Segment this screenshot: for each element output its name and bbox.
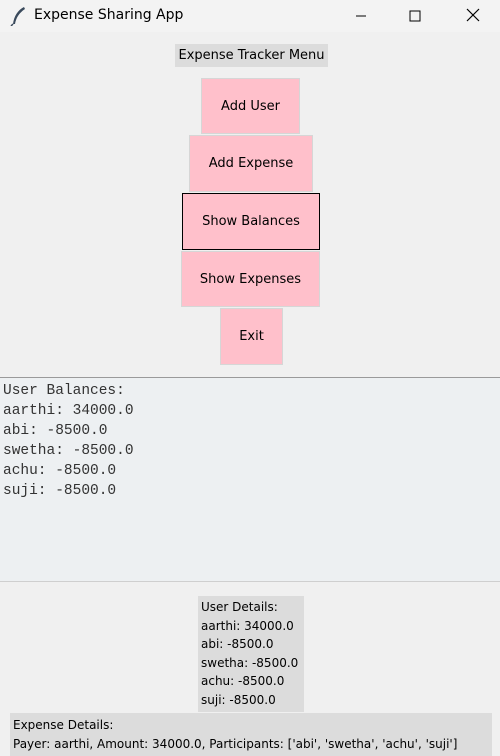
balances-textarea[interactable]: User Balances: aarthi: 34000.0 abi: -850… xyxy=(0,377,500,582)
menu-label: Expense Tracker Menu xyxy=(175,44,328,67)
add-user-button[interactable]: Add User xyxy=(201,78,300,134)
expense-details-heading: Expense Details: xyxy=(13,718,114,732)
title-bar: Expense Sharing App xyxy=(0,0,500,32)
close-button[interactable] xyxy=(450,0,496,32)
balance-line: abi: -8500.0 xyxy=(3,423,108,439)
balance-line: achu: -8500.0 xyxy=(3,463,117,479)
window-title: Expense Sharing App xyxy=(34,7,184,23)
balances-heading: User Balances: xyxy=(3,383,125,399)
user-detail-line: abi: -8500.0 xyxy=(201,637,274,651)
feather-icon xyxy=(10,6,28,27)
user-details-panel: User Details: aarthi: 34000.0 abi: -8500… xyxy=(198,596,304,712)
user-detail-line: swetha: -8500.0 xyxy=(201,655,299,670)
user-detail-line: aarthi: 34000.0 xyxy=(201,618,294,633)
user-detail-line: suji: -8500.0 xyxy=(201,692,276,707)
maximize-button[interactable] xyxy=(392,0,438,32)
maximize-icon xyxy=(409,7,421,26)
close-icon xyxy=(466,7,480,26)
user-details-heading: User Details: xyxy=(201,600,278,614)
exit-button[interactable]: Exit xyxy=(220,308,283,365)
balance-line: suji: -8500.0 xyxy=(3,483,117,499)
add-expense-button[interactable]: Add Expense xyxy=(189,135,313,192)
minimize-button[interactable] xyxy=(338,0,384,32)
balance-line: swetha: -8500.0 xyxy=(3,443,134,459)
user-detail-line: achu: -8500.0 xyxy=(201,674,285,688)
show-expenses-button[interactable]: Show Expenses xyxy=(181,251,320,307)
expense-detail-line: Payer: aarthi, Amount: 34000.0, Particip… xyxy=(13,736,458,751)
expense-details-panel: Expense Details: Payer: aarthi, Amount: … xyxy=(10,713,492,756)
minimize-icon xyxy=(355,7,367,26)
balance-line: aarthi: 34000.0 xyxy=(3,403,134,419)
show-balances-button[interactable]: Show Balances xyxy=(182,193,320,250)
